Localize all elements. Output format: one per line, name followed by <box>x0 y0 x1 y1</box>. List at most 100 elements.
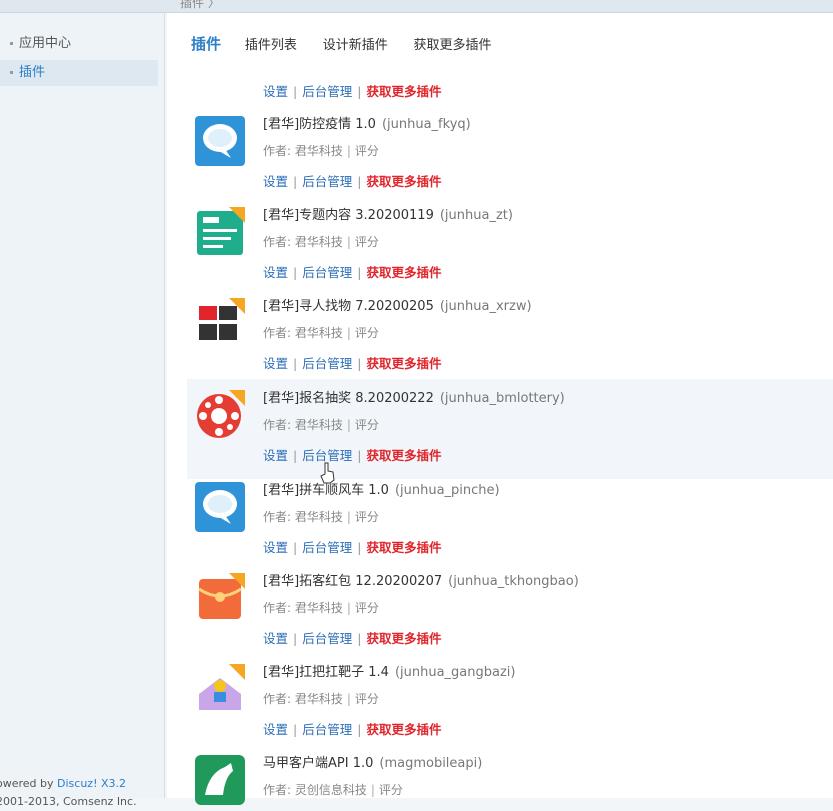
author-text: 作者: 君华科技 <box>263 692 343 706</box>
settings-link[interactable]: 设置 <box>263 722 288 737</box>
plugin-title: [君华]拼车顺风车 1.0 (junhua_pinche) <box>263 479 500 498</box>
get-more-plugins-link[interactable]: 获取更多插件 <box>366 174 441 189</box>
topic-icon <box>197 207 245 255</box>
plugin-item: [君华]专题内容 3.20200119 (junhua_zt) 作者: 君华科技 |… <box>187 204 833 295</box>
top-header-bar: 插件 〉 <box>0 0 833 13</box>
plugin-title: [君华]寻人找物 7.20200205 (junhua_xrzw) <box>263 295 532 314</box>
tab-design-plugin[interactable]: 设计新插件 <box>323 34 388 53</box>
plugin-title: [君华]报名抽奖 8.20200222 (junhua_bmlottery) <box>263 387 565 406</box>
author-text: 作者: 君华科技 <box>263 418 343 432</box>
backend-manage-link[interactable]: 后台管理 <box>302 356 352 371</box>
rate-link[interactable]: 评分 <box>355 144 379 158</box>
plugin-author: 作者: 君华科技 | 评分 <box>263 142 379 159</box>
powered-by: owered by Discuz! X3.2 2001-2013, Comsen… <box>0 775 137 811</box>
separator: | <box>357 631 362 646</box>
backend-manage-link[interactable]: 后台管理 <box>302 448 352 463</box>
plugin-name: [君华]扛把扛靶子 1.4 <box>263 665 389 680</box>
rate-link[interactable]: 评分 <box>355 692 379 706</box>
plugin-author: 作者: 君华科技 | 评分 <box>263 599 379 616</box>
sidebar: 应用中心 插件 owered by Discuz! X3.2 2001-2013… <box>0 13 165 808</box>
plugin-title: [君华]拓客红包 12.20200207 (junhua_tkhongbao) <box>263 570 579 589</box>
plugin-identifier: (magmobileapi) <box>379 756 483 771</box>
separator: | <box>357 356 362 371</box>
backend-manage-link[interactable]: 后台管理 <box>302 265 352 280</box>
plugin-item: [君华]报名抽奖 8.20200222 (junhua_bmlottery) 作者… <box>187 379 833 479</box>
separator: | <box>293 174 298 189</box>
sidebar-item-label: 插件 <box>19 65 46 80</box>
backend-manage-link[interactable]: 后台管理 <box>302 722 352 737</box>
red-envelope-icon <box>198 573 245 619</box>
backend-manage-link[interactable]: 后台管理 <box>302 540 352 555</box>
powered-brand-link[interactable]: Discuz! X3.2 <box>57 777 126 790</box>
author-text: 作者: 君华科技 <box>263 326 343 340</box>
plugin-name: [君华]寻人找物 7.20200205 <box>263 299 434 314</box>
plugin-actions: 设置 | 后台管理 | 获取更多插件 <box>263 537 441 556</box>
separator: | <box>293 631 298 646</box>
backend-manage-link[interactable]: 后台管理 <box>302 631 352 646</box>
separator: | <box>293 84 298 99</box>
separator: | <box>293 540 298 555</box>
settings-link[interactable]: 设置 <box>263 84 288 99</box>
settings-link[interactable]: 设置 <box>263 631 288 646</box>
plugin-author: 作者: 灵创信息科技 | 评分 <box>263 781 403 798</box>
rate-link[interactable]: 评分 <box>379 783 403 797</box>
rate-link[interactable]: 评分 <box>355 235 379 249</box>
rate-link[interactable]: 评分 <box>355 601 379 615</box>
plugin-actions: 设置 | 后台管理 | 获取更多插件 <box>263 719 441 738</box>
author-text: 作者: 灵创信息科技 <box>263 783 367 797</box>
backend-manage-link[interactable]: 后台管理 <box>302 174 352 189</box>
settings-link[interactable]: 设置 <box>263 174 288 189</box>
separator: | <box>346 692 351 706</box>
tab-plugin-list[interactable]: 插件列表 <box>245 34 297 53</box>
separator: | <box>346 601 351 615</box>
separator: | <box>293 265 298 280</box>
separator: | <box>346 144 351 158</box>
plugin-identifier: (junhua_pinche) <box>394 483 500 498</box>
settings-link[interactable]: 设置 <box>263 356 288 371</box>
rate-link[interactable]: 评分 <box>355 510 379 524</box>
sidebar-item-plugins[interactable]: 插件 <box>0 60 158 86</box>
plugin-title: 马甲客户端API 1.0 (magmobileapi) <box>263 752 482 771</box>
rate-link[interactable]: 评分 <box>355 326 379 340</box>
plugin-actions: 设置 | 后台管理 | 获取更多插件 <box>263 262 441 281</box>
plugin-title: [君华]扛把扛靶子 1.4 (junhua_gangbazi) <box>263 661 516 680</box>
get-more-plugins-link[interactable]: 获取更多插件 <box>366 448 441 463</box>
plugin-item: [君华]拼车顺风车 1.0 (junhua_pinche) 作者: 君华科技 | 评分… <box>187 479 833 570</box>
rate-link[interactable]: 评分 <box>355 418 379 432</box>
plugin-title: [君华]专题内容 3.20200119 (junhua_zt) <box>263 204 513 223</box>
tab-get-more-plugins[interactable]: 获取更多插件 <box>414 34 492 53</box>
get-more-plugins-link[interactable]: 获取更多插件 <box>366 722 441 737</box>
find-person-icon <box>195 298 245 348</box>
get-more-plugins-link[interactable]: 获取更多插件 <box>366 84 441 99</box>
plugin-identifier: (junhua_xrzw) <box>439 299 532 314</box>
plugin-name: [君华]拼车顺风车 1.0 <box>263 483 389 498</box>
plugin-identifier: (junhua_bmlottery) <box>439 391 565 406</box>
get-more-plugins-link[interactable]: 获取更多插件 <box>366 356 441 371</box>
sidebar-item-app-center[interactable]: 应用中心 <box>0 31 158 57</box>
plugin-author: 作者: 君华科技 | 评分 <box>263 324 379 341</box>
plugin-title: [君华]防控疫情 1.0 (junhua_fkyq) <box>263 113 471 132</box>
plugin-identifier: (junhua_tkhongbao) <box>448 574 579 589</box>
plugin-item: 马甲客户端API 1.0 (magmobileapi) 作者: 灵创信息科技 | 评分 <box>187 752 833 805</box>
settings-link[interactable]: 设置 <box>263 265 288 280</box>
plugin-author: 作者: 君华科技 | 评分 <box>263 690 379 707</box>
get-more-plugins-link[interactable]: 获取更多插件 <box>366 540 441 555</box>
get-more-plugins-link[interactable]: 获取更多插件 <box>366 631 441 646</box>
previous-plugin-actions: 设置 | 后台管理 | 获取更多插件 <box>263 81 441 100</box>
separator: | <box>357 174 362 189</box>
tab-plugins[interactable]: 插件 <box>191 33 221 54</box>
separator: | <box>357 84 362 99</box>
settings-link[interactable]: 设置 <box>263 540 288 555</box>
plugin-actions: 设置 | 后台管理 | 获取更多插件 <box>263 628 441 647</box>
plugin-item: [君华]寻人找物 7.20200205 (junhua_xrzw) 作者: 君华科… <box>187 295 833 386</box>
plugin-author: 作者: 君华科技 | 评分 <box>263 508 379 525</box>
settings-link[interactable]: 设置 <box>263 448 288 463</box>
plugin-actions: 设置 | 后台管理 | 获取更多插件 <box>263 171 441 190</box>
get-more-plugins-link[interactable]: 获取更多插件 <box>366 265 441 280</box>
backend-manage-link[interactable]: 后台管理 <box>302 84 352 99</box>
separator: | <box>357 722 362 737</box>
author-text: 作者: 君华科技 <box>263 144 343 158</box>
author-text: 作者: 君华科技 <box>263 601 343 615</box>
bullet-icon <box>10 42 13 45</box>
mail-person-icon <box>195 664 245 714</box>
